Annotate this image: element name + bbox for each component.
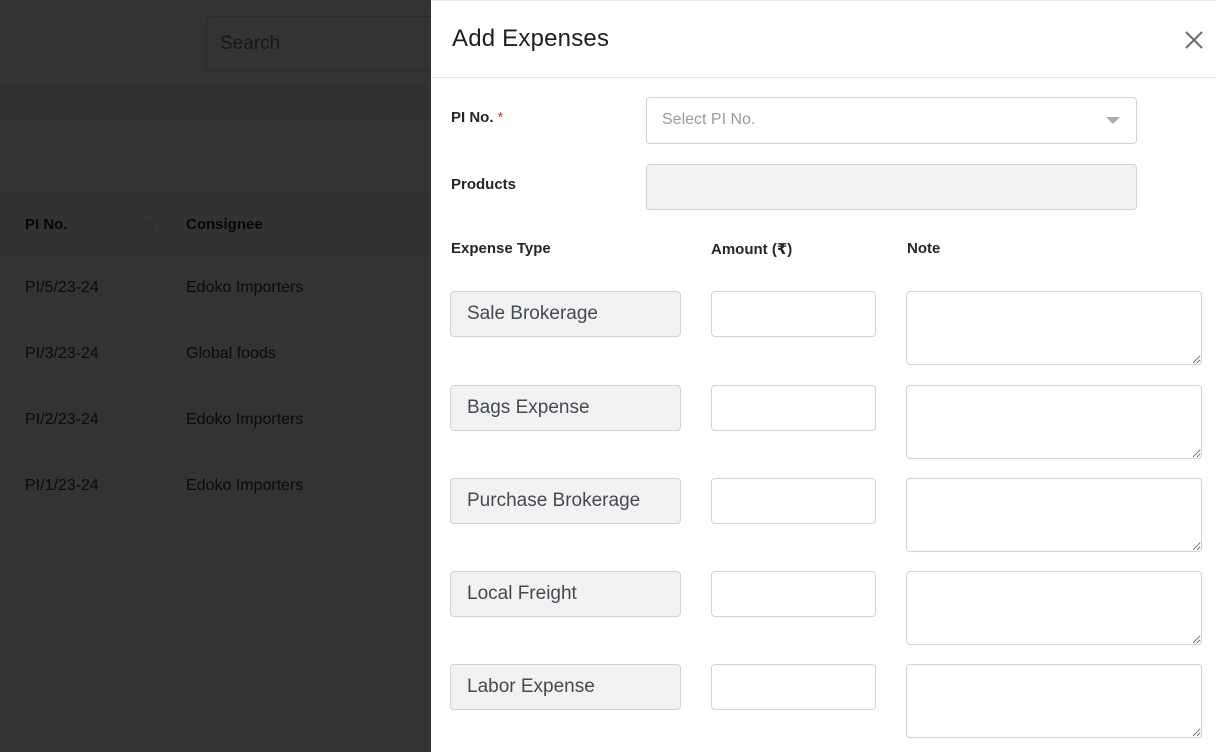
expense-type-field: Local Freight bbox=[450, 571, 681, 617]
column-header-amount: Amount (₹) bbox=[711, 241, 793, 258]
amount-input[interactable] bbox=[711, 478, 876, 524]
expense-row-purchase-brokerage: Purchase Brokerage bbox=[431, 478, 1216, 552]
note-textarea[interactable] bbox=[906, 385, 1202, 459]
note-textarea[interactable] bbox=[906, 291, 1202, 365]
pi-no-select[interactable]: Select PI No. bbox=[646, 97, 1137, 144]
expense-row-labor-expense: Labor Expense bbox=[431, 664, 1216, 738]
caret-down-icon bbox=[1106, 117, 1120, 124]
expense-row-local-freight: Local Freight bbox=[431, 571, 1216, 645]
amount-input[interactable] bbox=[711, 664, 876, 710]
column-header-note: Note bbox=[907, 240, 941, 257]
amount-input[interactable] bbox=[711, 385, 876, 431]
pi-no-label: PI No. * bbox=[451, 109, 503, 126]
expense-row-bags-expense: Bags Expense bbox=[431, 385, 1216, 459]
products-field bbox=[646, 164, 1137, 210]
drawer-header: Add Expenses bbox=[431, 1, 1216, 78]
note-textarea[interactable] bbox=[906, 571, 1202, 645]
pi-no-label-text: PI No. bbox=[451, 109, 494, 126]
note-textarea[interactable] bbox=[906, 664, 1202, 738]
column-header-expense-type: Expense Type bbox=[451, 240, 551, 257]
expense-type-field: Bags Expense bbox=[450, 385, 681, 431]
amount-input[interactable] bbox=[711, 291, 876, 337]
products-label: Products bbox=[451, 176, 517, 193]
add-expenses-drawer: Add Expenses PI No. * Select PI No. Produ… bbox=[431, 0, 1216, 752]
close-button[interactable] bbox=[1183, 29, 1205, 51]
pi-no-select-placeholder: Select PI No. bbox=[662, 111, 756, 128]
close-icon bbox=[1185, 31, 1203, 49]
note-textarea[interactable] bbox=[906, 478, 1202, 552]
required-asterisk: * bbox=[497, 109, 504, 126]
drawer-title: Add Expenses bbox=[452, 25, 610, 52]
expense-type-field: Labor Expense bbox=[450, 664, 681, 710]
expense-row-sale-brokerage: Sale Brokerage bbox=[431, 291, 1216, 365]
expense-type-field: Purchase Brokerage bbox=[450, 478, 681, 524]
amount-input[interactable] bbox=[711, 571, 876, 617]
expense-type-field: Sale Brokerage bbox=[450, 291, 681, 337]
